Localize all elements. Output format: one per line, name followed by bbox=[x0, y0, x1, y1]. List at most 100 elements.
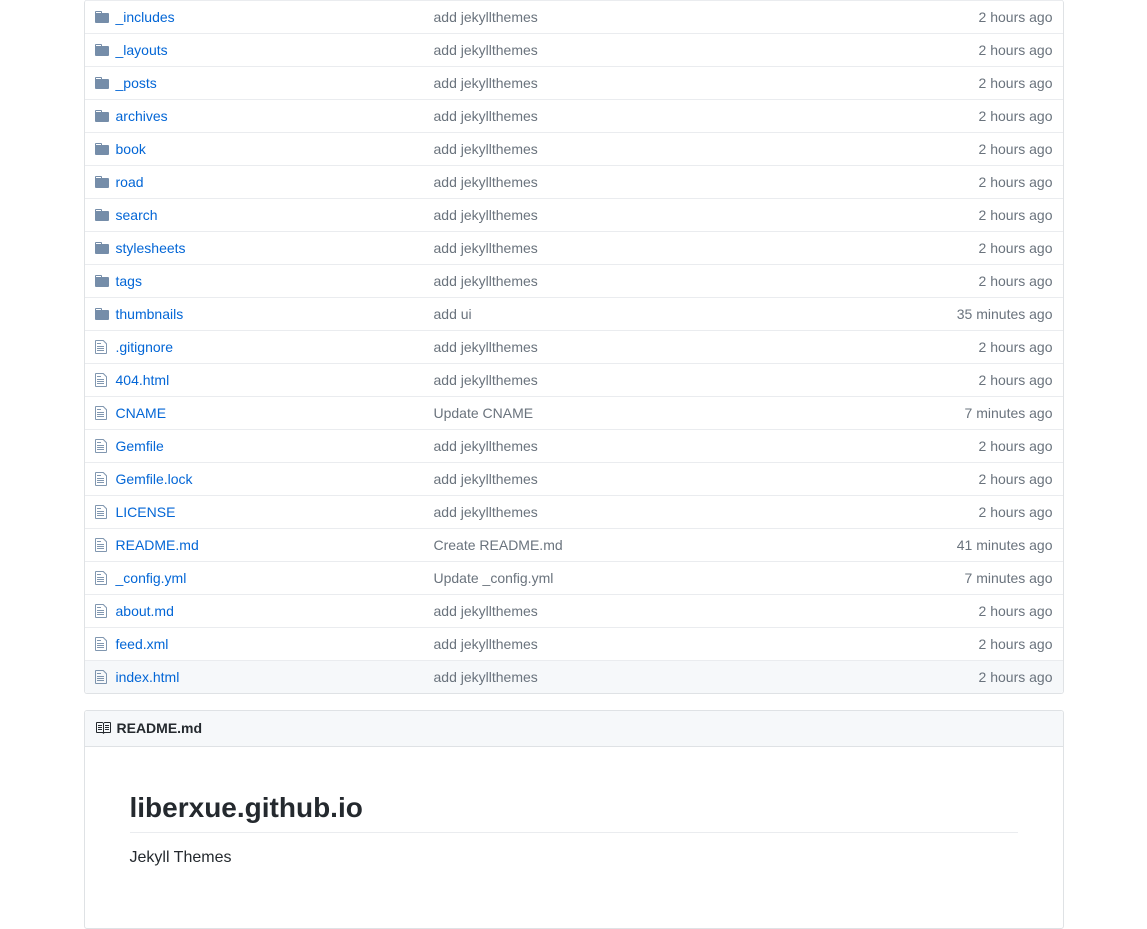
file-name-link[interactable]: road bbox=[116, 174, 144, 190]
commit-message-link[interactable]: add jekyllthemes bbox=[434, 141, 538, 157]
folder-icon bbox=[95, 40, 112, 60]
file-icon bbox=[95, 469, 112, 489]
file-age: 2 hours ago bbox=[903, 370, 1053, 390]
file-name-link[interactable]: index.html bbox=[116, 669, 180, 685]
commit-message-link[interactable]: add jekyllthemes bbox=[434, 372, 538, 388]
file-name-link[interactable]: about.md bbox=[116, 603, 174, 619]
file-name-link[interactable]: _layouts bbox=[116, 42, 168, 58]
file-age: 2 hours ago bbox=[903, 139, 1053, 159]
file-age: 35 minutes ago bbox=[903, 304, 1053, 324]
table-row: index.html add jekyllthemes 2 hours ago bbox=[85, 660, 1063, 693]
file-age: 2 hours ago bbox=[903, 172, 1053, 192]
file-name-link[interactable]: _includes bbox=[116, 9, 175, 25]
file-age: 2 hours ago bbox=[903, 7, 1053, 27]
table-row: archives add jekyllthemes 2 hours ago bbox=[85, 99, 1063, 132]
file-icon bbox=[95, 667, 112, 687]
file-icon bbox=[95, 601, 112, 621]
table-row: .gitignoreadd jekyllthemes2 hours ago bbox=[85, 330, 1063, 363]
file-name-link[interactable]: search bbox=[116, 207, 158, 223]
folder-icon bbox=[95, 106, 112, 126]
file-age: 2 hours ago bbox=[903, 106, 1053, 126]
file-age: 2 hours ago bbox=[903, 601, 1053, 621]
file-name-link[interactable]: README.md bbox=[116, 537, 199, 553]
commit-message-link[interactable]: add ui bbox=[434, 306, 472, 322]
file-icon bbox=[95, 634, 112, 654]
table-row: thumbnails add ui 35 minutes ago bbox=[85, 297, 1063, 330]
commit-message-link[interactable]: add jekyllthemes bbox=[434, 207, 538, 223]
table-row: feed.xml add jekyllthemes 2 hours ago bbox=[85, 627, 1063, 660]
commit-message-link[interactable]: add jekyllthemes bbox=[434, 42, 538, 58]
commit-message-link[interactable]: add jekyllthemes bbox=[434, 471, 538, 487]
file-age: 2 hours ago bbox=[903, 436, 1053, 456]
commit-message-link[interactable]: add jekyllthemes bbox=[434, 636, 538, 652]
table-row: CNAME Update CNAME 7 minutes ago bbox=[85, 396, 1063, 429]
commit-message-link[interactable]: Update CNAME bbox=[434, 405, 534, 421]
file-name-link[interactable]: _posts bbox=[116, 75, 157, 91]
commit-message-link[interactable]: add jekyllthemes bbox=[434, 174, 538, 190]
file-icon bbox=[95, 535, 112, 555]
file-age: 2 hours ago bbox=[903, 502, 1053, 522]
commit-message-link[interactable]: add jekyllthemes bbox=[434, 603, 538, 619]
file-name-link[interactable]: 404.html bbox=[116, 372, 170, 388]
file-icon bbox=[95, 337, 112, 357]
file-age: 2 hours ago bbox=[903, 469, 1053, 489]
table-row: _layouts add jekyllthemes 2 hours ago bbox=[85, 33, 1063, 66]
file-age: 2 hours ago bbox=[903, 238, 1053, 258]
file-name-link[interactable]: .gitignore bbox=[116, 339, 174, 355]
readme-filename: README.md bbox=[117, 720, 203, 736]
file-icon bbox=[95, 502, 112, 522]
file-name-link[interactable]: tags bbox=[116, 273, 142, 289]
table-row: LICENSE add jekyllthemes 2 hours ago bbox=[85, 495, 1063, 528]
table-row: tags add jekyllthemes 2 hours ago bbox=[85, 264, 1063, 297]
file-name-link[interactable]: book bbox=[116, 141, 146, 157]
file-age: 2 hours ago bbox=[903, 634, 1053, 654]
file-age: 2 hours ago bbox=[903, 271, 1053, 291]
readme-box: README.md liberxue.github.io Jekyll Them… bbox=[84, 710, 1064, 929]
table-row: _config.yml Update _config.yml 7 minutes a… bbox=[85, 561, 1063, 594]
file-name-link[interactable]: Gemfile.lock bbox=[116, 471, 193, 487]
folder-icon bbox=[95, 271, 112, 291]
folder-icon bbox=[95, 205, 112, 225]
commit-message-link[interactable]: add jekyllthemes bbox=[434, 339, 538, 355]
commit-message-link[interactable]: add jekyllthemes bbox=[434, 75, 538, 91]
folder-icon bbox=[95, 172, 112, 192]
commit-message-link[interactable]: add jekyllthemes bbox=[434, 240, 538, 256]
table-row: road add jekyllthemes 2 hours ago bbox=[85, 165, 1063, 198]
file-age: 2 hours ago bbox=[903, 667, 1053, 687]
table-row: about.md add jekyllthemes 2 hours ago bbox=[85, 594, 1063, 627]
commit-message-link[interactable]: add jekyllthemes bbox=[434, 108, 538, 124]
file-name-link[interactable]: CNAME bbox=[116, 405, 167, 421]
file-age: 7 minutes ago bbox=[903, 568, 1053, 588]
file-name-link[interactable]: _config.yml bbox=[116, 570, 187, 586]
folder-icon bbox=[95, 73, 112, 93]
file-name-link[interactable]: feed.xml bbox=[116, 636, 169, 652]
file-icon bbox=[95, 370, 112, 390]
file-name-link[interactable]: LICENSE bbox=[116, 504, 176, 520]
readme-heading: liberxue.github.io bbox=[130, 792, 1018, 833]
folder-icon bbox=[95, 7, 112, 27]
commit-message-link[interactable]: add jekyllthemes bbox=[434, 273, 538, 289]
book-icon bbox=[95, 720, 111, 736]
file-age: 41 minutes ago bbox=[903, 535, 1053, 555]
readme-header: README.md bbox=[85, 711, 1063, 747]
file-name-link[interactable]: thumbnails bbox=[116, 306, 184, 322]
file-age: 2 hours ago bbox=[903, 40, 1053, 60]
folder-icon bbox=[95, 238, 112, 258]
commit-message-link[interactable]: add jekyllthemes bbox=[434, 669, 538, 685]
file-icon bbox=[95, 403, 112, 423]
table-row: searchadd jekyllthemes2 hours ago bbox=[85, 198, 1063, 231]
file-name-link[interactable]: Gemfile bbox=[116, 438, 164, 454]
readme-content: liberxue.github.io Jekyll Themes bbox=[85, 747, 1063, 928]
commit-message-link[interactable]: Update _config.yml bbox=[434, 570, 554, 586]
table-row: _includes add jekyllthemes 2 hours ago bbox=[85, 0, 1063, 33]
commit-message-link[interactable]: add jekyllthemes bbox=[434, 504, 538, 520]
file-age: 2 hours ago bbox=[903, 73, 1053, 93]
commit-message-link[interactable]: add jekyllthemes bbox=[434, 9, 538, 25]
file-age: 7 minutes ago bbox=[903, 403, 1053, 423]
file-name-link[interactable]: archives bbox=[116, 108, 168, 124]
file-icon bbox=[95, 436, 112, 456]
commit-message-link[interactable]: add jekyllthemes bbox=[434, 438, 538, 454]
folder-icon bbox=[95, 304, 112, 324]
commit-message-link[interactable]: Create README.md bbox=[434, 537, 563, 553]
file-name-link[interactable]: stylesheets bbox=[116, 240, 186, 256]
